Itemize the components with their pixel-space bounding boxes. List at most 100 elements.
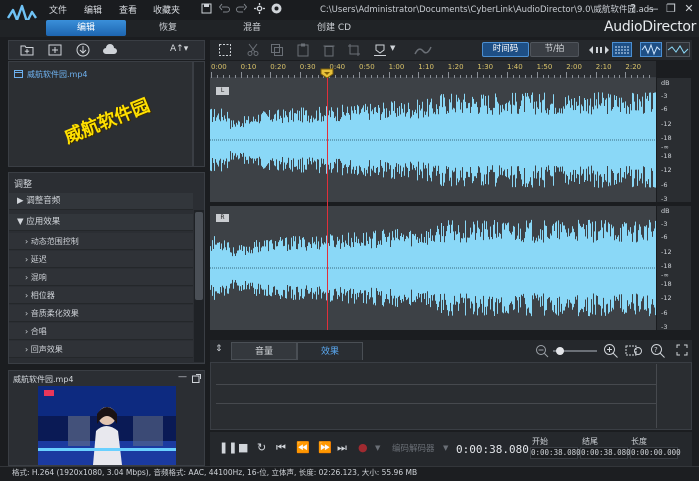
- media-item[interactable]: 威航软件园.mp4: [27, 69, 88, 80]
- ruler-tick-label: 0:00: [211, 63, 227, 71]
- left-channel-waveform[interactable]: [210, 78, 656, 202]
- loop-icon[interactable]: ↻: [257, 441, 266, 454]
- noise-reduction-icon[interactable]: [414, 43, 432, 57]
- zoom-selection-icon[interactable]: ?: [650, 343, 666, 359]
- undo-icon[interactable]: [219, 3, 230, 14]
- db-scale-label: -3: [661, 220, 668, 228]
- menu-file[interactable]: 文件: [49, 3, 67, 16]
- delete-icon[interactable]: [322, 43, 336, 57]
- settings-icon[interactable]: [254, 3, 265, 14]
- right-channel-waveform[interactable]: [210, 206, 656, 330]
- help-button[interactable]: ?: [626, 2, 640, 15]
- adjust-scroll-thumb[interactable]: [195, 212, 203, 300]
- import-folder-icon[interactable]: [20, 44, 34, 56]
- codec-dropdown-icon[interactable]: ▼: [443, 444, 448, 452]
- length-time-field[interactable]: 0:00:00.000: [630, 447, 681, 459]
- cloud-icon[interactable]: [102, 44, 118, 56]
- ruler-tick-label: 1:40: [507, 63, 523, 71]
- beat-mode-button[interactable]: 节/拍: [530, 42, 579, 57]
- previous-icon[interactable]: ⏮: [276, 441, 286, 455]
- minimize-button[interactable]: —: [646, 2, 660, 15]
- ruler-tick-label: 1:30: [477, 63, 494, 71]
- menu-view[interactable]: 查看: [119, 3, 137, 16]
- rewind-icon[interactable]: ⏪: [296, 441, 310, 454]
- minimize-preview-icon[interactable]: —: [178, 372, 187, 382]
- document-path: C:\Users\Administrator\Documents\CyberLi…: [320, 5, 654, 15]
- lane-divider-vertical: [656, 364, 657, 428]
- tab-restore[interactable]: 恢复: [130, 20, 206, 36]
- record-icon[interactable]: ●: [358, 441, 368, 454]
- db-scale-label: -∞: [661, 143, 669, 151]
- waveform-display-icon[interactable]: [666, 42, 690, 57]
- popout-icon[interactable]: [192, 374, 201, 383]
- zoom-slider-thumb[interactable]: [556, 347, 564, 355]
- effect-echo[interactable]: › 回声效果: [9, 341, 193, 358]
- video-preview[interactable]: [38, 386, 176, 465]
- effects-lane-area[interactable]: [210, 362, 692, 430]
- pause-icon[interactable]: ❚❚: [219, 441, 237, 454]
- tab-effects[interactable]: 效果: [297, 342, 363, 360]
- zoom-fit-icon[interactable]: [625, 343, 645, 359]
- effect-chorus[interactable]: › 合唱: [9, 323, 193, 340]
- start-label: 开始: [532, 437, 548, 446]
- expand-panel-icon[interactable]: ⇕: [215, 344, 223, 354]
- db-scale-label: -6: [661, 105, 668, 113]
- effect-phaser[interactable]: › 相位器: [9, 287, 193, 304]
- tab-volume[interactable]: 音量: [231, 342, 297, 360]
- tab-create-cd[interactable]: 创建 CD: [296, 20, 372, 36]
- right-channel-label[interactable]: R: [216, 214, 229, 222]
- fast-forward-icon[interactable]: ⏩: [318, 441, 332, 454]
- tab-edit[interactable]: 编辑: [46, 20, 126, 36]
- db-scale-label: -6: [661, 181, 668, 189]
- video-frame-image: [38, 386, 176, 465]
- save-icon[interactable]: [201, 3, 212, 14]
- next-icon[interactable]: ⏭: [337, 441, 347, 455]
- ruler-tick-label: 1:50: [536, 63, 553, 71]
- zoom-out-icon[interactable]: [535, 344, 549, 358]
- adjust-title: 调整: [14, 180, 33, 190]
- zoom-in-icon[interactable]: [603, 343, 619, 359]
- font-size-button[interactable]: A↑▾: [170, 44, 188, 54]
- ruler-tick-label: 0:50: [359, 63, 375, 71]
- upgrade-icon[interactable]: [271, 3, 282, 14]
- menu-favorites[interactable]: 收藏夹: [153, 3, 180, 16]
- apply-effects-group[interactable]: ▼ 应用效果: [9, 214, 193, 231]
- waveform-view-icon[interactable]: [640, 42, 662, 57]
- copy-icon[interactable]: [270, 43, 284, 57]
- ruler-tick-label: 2:20: [625, 63, 642, 71]
- download-icon[interactable]: [76, 43, 90, 57]
- ruler-tick-label: 2:00: [566, 63, 582, 71]
- record-dropdown-icon[interactable]: ▼: [375, 444, 380, 452]
- menu-edit[interactable]: 编辑: [84, 3, 102, 16]
- timecode-mode-button[interactable]: 时间码: [482, 42, 529, 57]
- cut-icon[interactable]: [246, 43, 260, 57]
- crop-icon[interactable]: [347, 43, 361, 57]
- left-channel-label[interactable]: L: [216, 87, 229, 95]
- marker-dropdown-icon[interactable]: ▼: [390, 44, 395, 52]
- marker-icon[interactable]: [373, 43, 387, 57]
- tab-mix[interactable]: 混音: [214, 20, 290, 36]
- ruler-tick-label: 1:10: [418, 63, 434, 71]
- spectral-view-icon[interactable]: [612, 42, 632, 57]
- snap-icon[interactable]: [588, 43, 610, 57]
- lane-divider: [216, 403, 656, 404]
- media-scrollbar[interactable]: [193, 61, 205, 167]
- restore-button[interactable]: ❐: [664, 2, 678, 15]
- start-time-field[interactable]: 0:00:38.080: [530, 447, 581, 459]
- effect-softening[interactable]: › 音质柔化效果: [9, 305, 193, 322]
- import-media-icon[interactable]: [48, 44, 62, 56]
- close-button[interactable]: ✕: [682, 2, 696, 15]
- effect-delay[interactable]: › 延迟: [9, 251, 193, 268]
- paste-icon[interactable]: [296, 43, 310, 57]
- end-time-field[interactable]: 0:00:38.080: [580, 447, 631, 459]
- stop-icon[interactable]: ■: [238, 441, 248, 454]
- fullscreen-icon[interactable]: [676, 344, 688, 356]
- codec-button[interactable]: 编码解码器: [392, 442, 435, 454]
- expanded-arrow-icon: ▼: [17, 217, 27, 227]
- effect-dynamic-range[interactable]: › 动态范围控制: [9, 233, 193, 250]
- effect-reverb[interactable]: › 混响: [9, 269, 193, 286]
- db-scale-label: -18: [661, 134, 672, 142]
- redo-icon[interactable]: [236, 3, 247, 14]
- select-tool-icon[interactable]: [218, 43, 232, 57]
- adjust-audio-group[interactable]: ▶ 调整音频: [9, 193, 193, 210]
